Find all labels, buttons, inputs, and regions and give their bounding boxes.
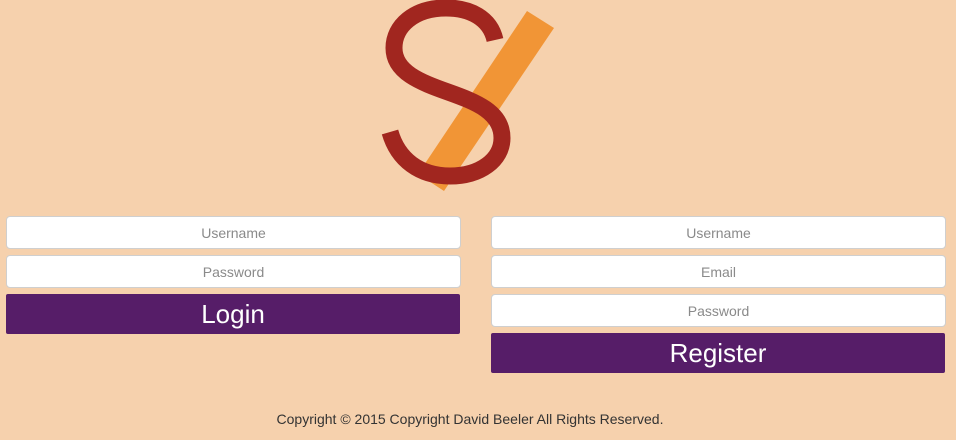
page: Login Register Copyright © 2015 Copyrigh… <box>0 0 956 440</box>
register-button[interactable]: Register <box>491 333 945 373</box>
register-form: Register <box>491 216 946 373</box>
login-form: Login <box>6 216 461 334</box>
login-username-input[interactable] <box>6 216 461 249</box>
site-logo <box>381 0 554 191</box>
login-password-input[interactable] <box>6 255 461 288</box>
login-button[interactable]: Login <box>6 294 460 334</box>
register-username-input[interactable] <box>491 216 946 249</box>
copyright-footer: Copyright © 2015 Copyright David Beeler … <box>276 411 664 427</box>
register-email-input[interactable] <box>491 255 946 288</box>
register-password-input[interactable] <box>491 294 946 327</box>
